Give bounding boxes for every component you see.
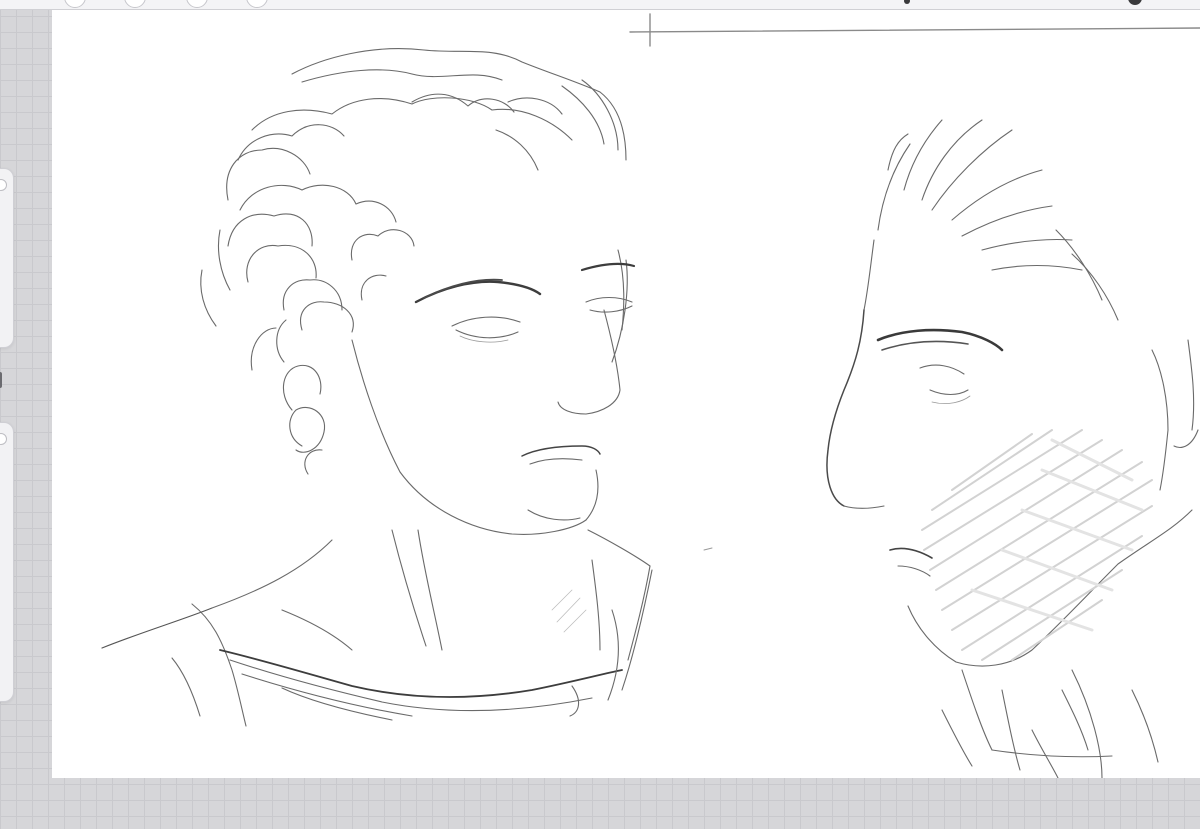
left-portrait-sketch [101, 48, 653, 727]
opacity-slider-knob[interactable] [0, 433, 7, 445]
gallery-button[interactable] [64, 0, 86, 8]
opacity-slider[interactable] [0, 422, 14, 702]
modify-button-icon[interactable] [0, 372, 2, 388]
layers-icon[interactable] [904, 0, 910, 4]
left-neck-shading [551, 589, 587, 633]
guide-lines [629, 13, 1200, 47]
right-profile-sketch [826, 119, 1199, 778]
color-icon[interactable] [1128, 0, 1142, 5]
sketch-artwork [101, 13, 1200, 778]
drawing-canvas[interactable] [52, 10, 1200, 778]
selection-button[interactable] [246, 0, 268, 8]
top-toolbar [0, 0, 1200, 10]
brush-size-slider[interactable] [0, 168, 14, 348]
actions-button[interactable] [124, 0, 146, 8]
stray-mark [703, 547, 713, 551]
adjustments-button[interactable] [186, 0, 208, 8]
brush-size-slider-knob[interactable] [0, 179, 7, 191]
